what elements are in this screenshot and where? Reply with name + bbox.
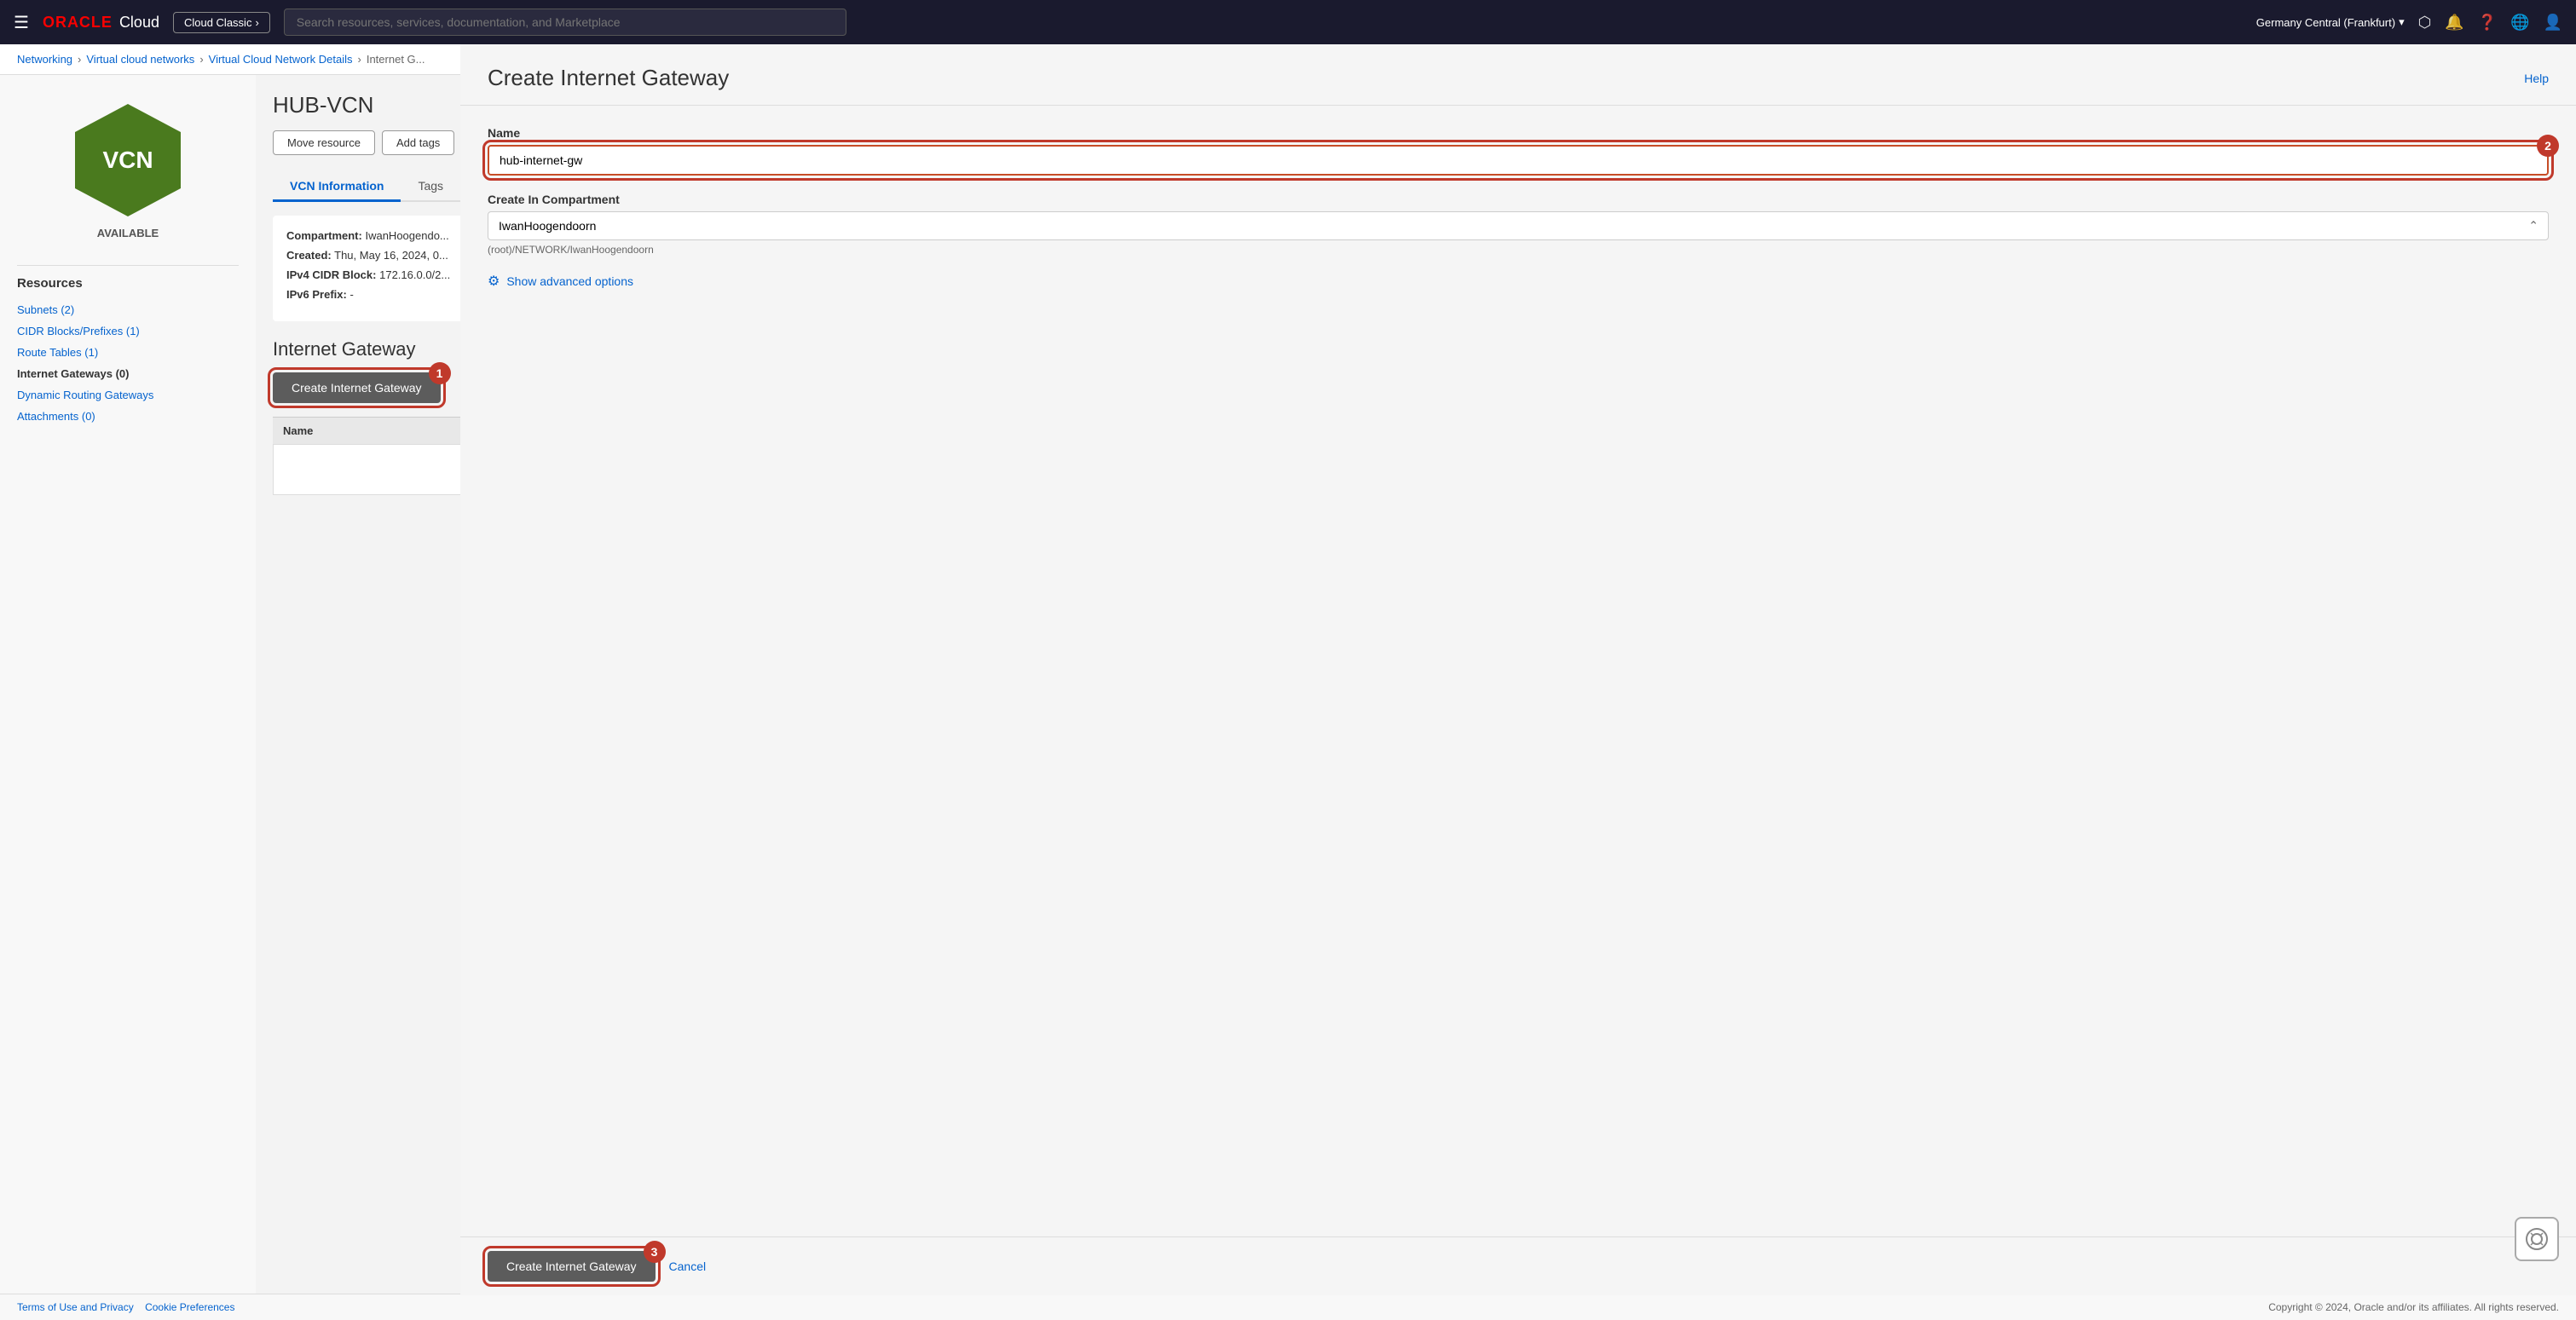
create-ig-modal: Create Internet Gateway Help Name 2 Crea… — [460, 75, 2576, 1294]
region-selector[interactable]: Germany Central (Frankfurt) ▾ — [2256, 15, 2405, 29]
modal-help-link[interactable]: Help — [2524, 75, 2549, 85]
sidebar-item-internet-gateways[interactable]: Internet Gateways (0) — [17, 363, 239, 384]
breadcrumb-current: Internet G... — [367, 53, 425, 66]
main-layout: VCN AVAILABLE Resources Subnets (2) CIDR… — [0, 75, 2576, 1294]
resources-title: Resources — [17, 265, 239, 291]
create-internet-gateway-button[interactable]: Create Internet Gateway — [273, 372, 441, 403]
hamburger-menu[interactable]: ☰ — [14, 12, 29, 33]
sidebar-item-cidr[interactable]: CIDR Blocks/Prefixes (1) — [17, 320, 239, 342]
notification-bell-icon[interactable]: 🔔 — [2445, 14, 2463, 32]
vcn-icon-area: VCN AVAILABLE — [0, 75, 256, 257]
help-icon[interactable]: ❓ — [2478, 14, 2497, 32]
breadcrumb-vcn-details[interactable]: Virtual Cloud Network Details — [209, 53, 353, 66]
vcn-ipv6-value: - — [349, 288, 353, 301]
tab-vcn-information[interactable]: VCN Information — [273, 172, 401, 202]
modal-create-button[interactable]: Create Internet Gateway — [488, 1251, 656, 1282]
oracle-logo: ORACLE Cloud — [43, 14, 159, 32]
name-label: Name — [488, 126, 2549, 140]
modal-title: Create Internet Gateway — [488, 75, 729, 91]
step-badge-2: 2 — [2537, 135, 2559, 157]
copyright-text: Copyright © 2024, Oracle and/or its affi… — [2268, 1301, 2559, 1313]
create-ig-btn-wrapper: Create Internet Gateway 1 — [273, 372, 441, 403]
compartment-hint: (root)/NETWORK/IwanHoogendoorn — [488, 244, 2549, 256]
cloud-text: Cloud — [119, 14, 159, 32]
step-badge-3: 3 — [644, 1241, 666, 1263]
modal-footer: Create Internet Gateway 3 Cancel — [460, 1236, 2576, 1294]
compartment-label: Create In Compartment — [488, 193, 2549, 206]
add-tags-button[interactable]: Add tags — [382, 130, 454, 155]
modal-body: Name 2 Create In Compartment IwanHoogend… — [460, 106, 2576, 1236]
oracle-text: ORACLE — [43, 14, 113, 32]
vcn-compartment-value: IwanHoogendo... — [365, 229, 448, 242]
terms-link[interactable]: Terms of Use and Privacy — [17, 1301, 134, 1313]
sidebar-item-subnets[interactable]: Subnets (2) — [17, 299, 239, 320]
cancel-button[interactable]: Cancel — [669, 1259, 707, 1273]
name-input[interactable] — [488, 145, 2549, 176]
show-advanced-options-link[interactable]: ⚙ Show advanced options — [488, 273, 2549, 290]
support-icon[interactable] — [2515, 1217, 2559, 1261]
user-avatar-icon[interactable]: 👤 — [2544, 14, 2562, 32]
modal-header: Create Internet Gateway Help — [460, 75, 2576, 106]
nav-right: Germany Central (Frankfurt) ▾ ⬡ 🔔 ❓ 🌐 👤 — [2256, 14, 2562, 32]
compartment-form-group: Create In Compartment IwanHoogendoorn ⌃ … — [488, 193, 2549, 256]
page-footer: Terms of Use and Privacy Cookie Preferen… — [0, 1294, 2576, 1320]
vcn-created-value: Thu, May 16, 2024, 0... — [334, 249, 448, 262]
step-badge-1: 1 — [429, 362, 451, 384]
compartment-select[interactable]: IwanHoogendoorn — [488, 211, 2549, 240]
vcn-status-badge: AVAILABLE — [97, 227, 159, 239]
name-form-group: Name 2 — [488, 126, 2549, 176]
compartment-select-wrapper: IwanHoogendoorn ⌃ — [488, 211, 2549, 240]
sliders-icon: ⚙ — [488, 273, 500, 290]
top-navigation: ☰ ORACLE Cloud Cloud Classic › Germany C… — [0, 0, 2576, 44]
cloud-classic-button[interactable]: Cloud Classic › — [173, 12, 270, 33]
sidebar-item-dynamic-routing[interactable]: Dynamic Routing Gateways — [17, 384, 239, 406]
breadcrumb-vcn[interactable]: Virtual cloud networks — [86, 53, 194, 66]
vcn-ipv4-value: 172.16.0.0/2... — [379, 268, 450, 281]
move-resource-button[interactable]: Move resource — [273, 130, 375, 155]
cookie-link[interactable]: Cookie Preferences — [145, 1301, 234, 1313]
vcn-icon-text: VCN — [102, 147, 153, 174]
tab-tags[interactable]: Tags — [401, 172, 460, 202]
vcn-hexagon: VCN — [68, 101, 188, 220]
sidebar-item-attachments[interactable]: Attachments (0) — [17, 406, 239, 427]
sidebar-item-route-tables[interactable]: Route Tables (1) — [17, 342, 239, 363]
left-panel: VCN AVAILABLE Resources Subnets (2) CIDR… — [0, 75, 256, 1294]
breadcrumb-networking[interactable]: Networking — [17, 53, 72, 66]
search-input[interactable] — [284, 9, 846, 36]
resources-section: Resources Subnets (2) CIDR Blocks/Prefix… — [0, 257, 256, 435]
language-icon[interactable]: 🌐 — [2510, 14, 2529, 32]
cloud-shell-icon[interactable]: ⬡ — [2418, 14, 2432, 32]
support-svg — [2525, 1227, 2549, 1251]
